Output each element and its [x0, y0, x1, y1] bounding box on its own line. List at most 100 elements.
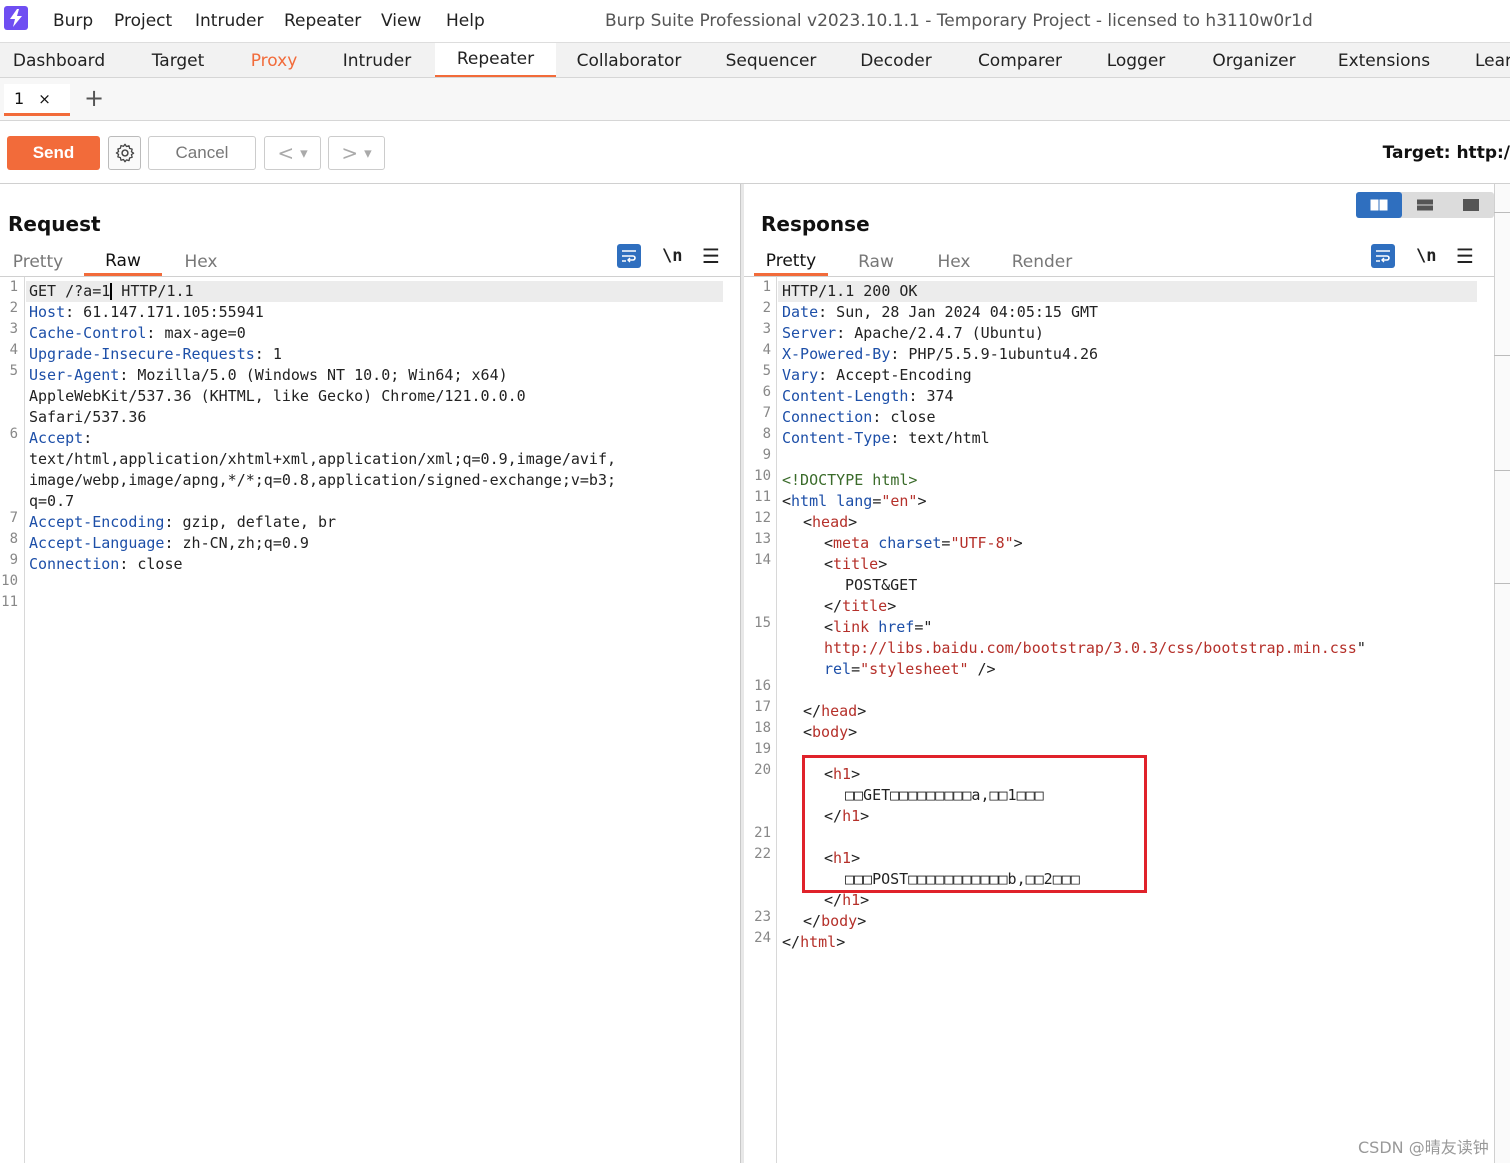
menu-repeater[interactable]: Repeater: [284, 11, 361, 31]
response-tab-render[interactable]: Render: [1006, 248, 1078, 276]
tab-repeater[interactable]: Repeater: [435, 43, 556, 77]
tab-organizer[interactable]: Organizer: [1204, 43, 1304, 77]
line-number: 4: [762, 342, 771, 358]
strip-tick: [1494, 212, 1510, 213]
tab-proxy[interactable]: Proxy: [234, 43, 314, 77]
tab-collaborator[interactable]: Collaborator: [566, 43, 692, 77]
response-tab-hex[interactable]: Hex: [928, 248, 980, 276]
code-line: User-Agent: Mozilla/5.0 (Windows NT 10.0…: [29, 365, 508, 386]
code-line: Connection: close: [782, 407, 936, 428]
header-name: Content-Length: [782, 387, 909, 405]
wrap-lines-icon[interactable]: [617, 244, 641, 268]
header-name: Host: [29, 303, 66, 321]
line-number: 15: [754, 615, 771, 631]
layout-toggle[interactable]: [1356, 192, 1494, 218]
tab-decoder[interactable]: Decoder: [850, 43, 942, 77]
forward-button[interactable]: > ▾: [328, 136, 385, 170]
request-panel: Request Pretty Raw Hex \n ☰ 1 2 3 4 5 6 …: [0, 184, 740, 1163]
layout-tabs-icon[interactable]: [1448, 192, 1494, 218]
highlight-annotation-box: [802, 755, 1147, 893]
tab-extensions[interactable]: Extensions: [1330, 43, 1438, 77]
header-value: : zh-CN,zh;q=0.9: [164, 534, 309, 552]
code-line: </body>: [803, 912, 867, 930]
header-value: : Sun, 28 Jan 2024 04:05:15 GMT: [818, 303, 1099, 321]
response-tab-pretty[interactable]: Pretty: [754, 248, 828, 276]
request-toolbar: Send Cancel < ▾ > ▾ Target: http:/: [0, 122, 1510, 184]
header-name: X-Powered-By: [782, 345, 891, 363]
line-number: 2: [9, 300, 18, 316]
header-name: Accept: [29, 429, 84, 447]
line-number: 21: [754, 825, 771, 841]
line-number: 11: [754, 489, 771, 505]
tab-dashboard[interactable]: Dashboard: [0, 43, 118, 77]
line-number: 13: [754, 531, 771, 547]
code-line: <title>: [824, 555, 888, 573]
tab-comparer[interactable]: Comparer: [970, 43, 1070, 77]
tab-sequencer[interactable]: Sequencer: [714, 43, 828, 77]
wrap-lines-icon[interactable]: [1371, 244, 1395, 268]
repeater-tab-1[interactable]: 1 ×: [4, 84, 70, 116]
cancel-button[interactable]: Cancel: [148, 136, 256, 170]
layout-top-bottom-icon[interactable]: [1402, 192, 1448, 218]
request-editor[interactable]: 1 2 3 4 5 6 7 8 9 10 11 GET /?a=1 HTTP/1…: [0, 277, 740, 1163]
newline-toggle-icon[interactable]: \n: [662, 246, 682, 266]
code-line: Accept-Language: zh-CN,zh;q=0.9: [29, 533, 309, 554]
tab-target[interactable]: Target: [128, 43, 228, 77]
line-number: 12: [754, 510, 771, 526]
code-line: Accept:: [29, 428, 92, 449]
attr-value: "stylesheet": [860, 660, 969, 678]
send-button[interactable]: Send: [7, 136, 100, 170]
line-number: 8: [762, 426, 771, 442]
code-line: Vary: Accept-Encoding: [782, 365, 972, 386]
header-value: : text/html: [890, 429, 990, 447]
code-line: rel="stylesheet" />: [824, 660, 996, 678]
line-number: 6: [9, 426, 18, 442]
line-number: 24: [754, 930, 771, 946]
code-line: text/html,application/xhtml+xml,applicat…: [29, 450, 616, 468]
line-number: 7: [762, 405, 771, 421]
header-value: : 1: [254, 345, 282, 363]
menu-project[interactable]: Project: [114, 11, 172, 31]
tab-learn[interactable]: Lear: [1468, 43, 1510, 77]
menu-help[interactable]: Help: [446, 11, 485, 31]
tag-name: title: [842, 597, 888, 615]
close-icon[interactable]: ×: [38, 90, 51, 108]
header-value: : PHP/5.5.9-1ubuntu4.26: [890, 345, 1099, 363]
code-line: Accept-Encoding: gzip, deflate, br: [29, 512, 336, 533]
request-gutter: 1 2 3 4 5 6 7 8 9 10 11: [0, 277, 25, 1163]
tag-name: body: [821, 912, 858, 930]
line-number: 20: [754, 762, 771, 778]
header-value: : 61.147.171.105:55941: [65, 303, 264, 321]
line-number: 22: [754, 846, 771, 862]
target-label[interactable]: Target: http:/: [1383, 143, 1510, 163]
header-value: : close: [119, 555, 183, 573]
attr-name: lang: [836, 492, 873, 510]
response-editor[interactable]: 1 2 3 4 5 6 7 8 9 10 11 12 13 14 15 16 1…: [744, 277, 1494, 1163]
menu-burp[interactable]: Burp: [53, 11, 93, 31]
attr-value: http://libs.baidu.com/bootstrap/3.0.3/cs…: [824, 639, 1357, 657]
response-tab-raw[interactable]: Raw: [850, 248, 902, 276]
tab-logger[interactable]: Logger: [1094, 43, 1178, 77]
settings-button[interactable]: [108, 136, 141, 170]
tab-intruder[interactable]: Intruder: [324, 43, 430, 77]
menu-intruder[interactable]: Intruder: [195, 11, 263, 31]
tag-name: html: [800, 933, 837, 951]
hamburger-menu-icon[interactable]: ☰: [1456, 244, 1474, 268]
add-tab-icon[interactable]: +: [84, 84, 104, 112]
request-tab-raw[interactable]: Raw: [84, 248, 162, 276]
dropdown-icon: ▾: [364, 144, 372, 162]
repeater-tab-label: 1: [14, 89, 25, 108]
tag-name: meta: [833, 534, 870, 552]
back-button[interactable]: < ▾: [264, 136, 321, 170]
code-line: Host: 61.147.171.105:55941: [29, 302, 264, 323]
tool-tabs: Dashboard Target Proxy Intruder Repeater…: [0, 42, 1510, 78]
newline-toggle-icon[interactable]: \n: [1416, 246, 1436, 266]
request-tab-hex[interactable]: Hex: [174, 248, 228, 276]
menu-view[interactable]: View: [381, 11, 421, 31]
hamburger-menu-icon[interactable]: ☰: [702, 244, 720, 268]
line-number: 9: [9, 552, 18, 568]
line-number: 8: [9, 531, 18, 547]
request-tab-pretty[interactable]: Pretty: [8, 248, 68, 276]
layout-side-by-side-icon[interactable]: [1356, 192, 1402, 218]
code-line: <head>: [803, 513, 858, 531]
